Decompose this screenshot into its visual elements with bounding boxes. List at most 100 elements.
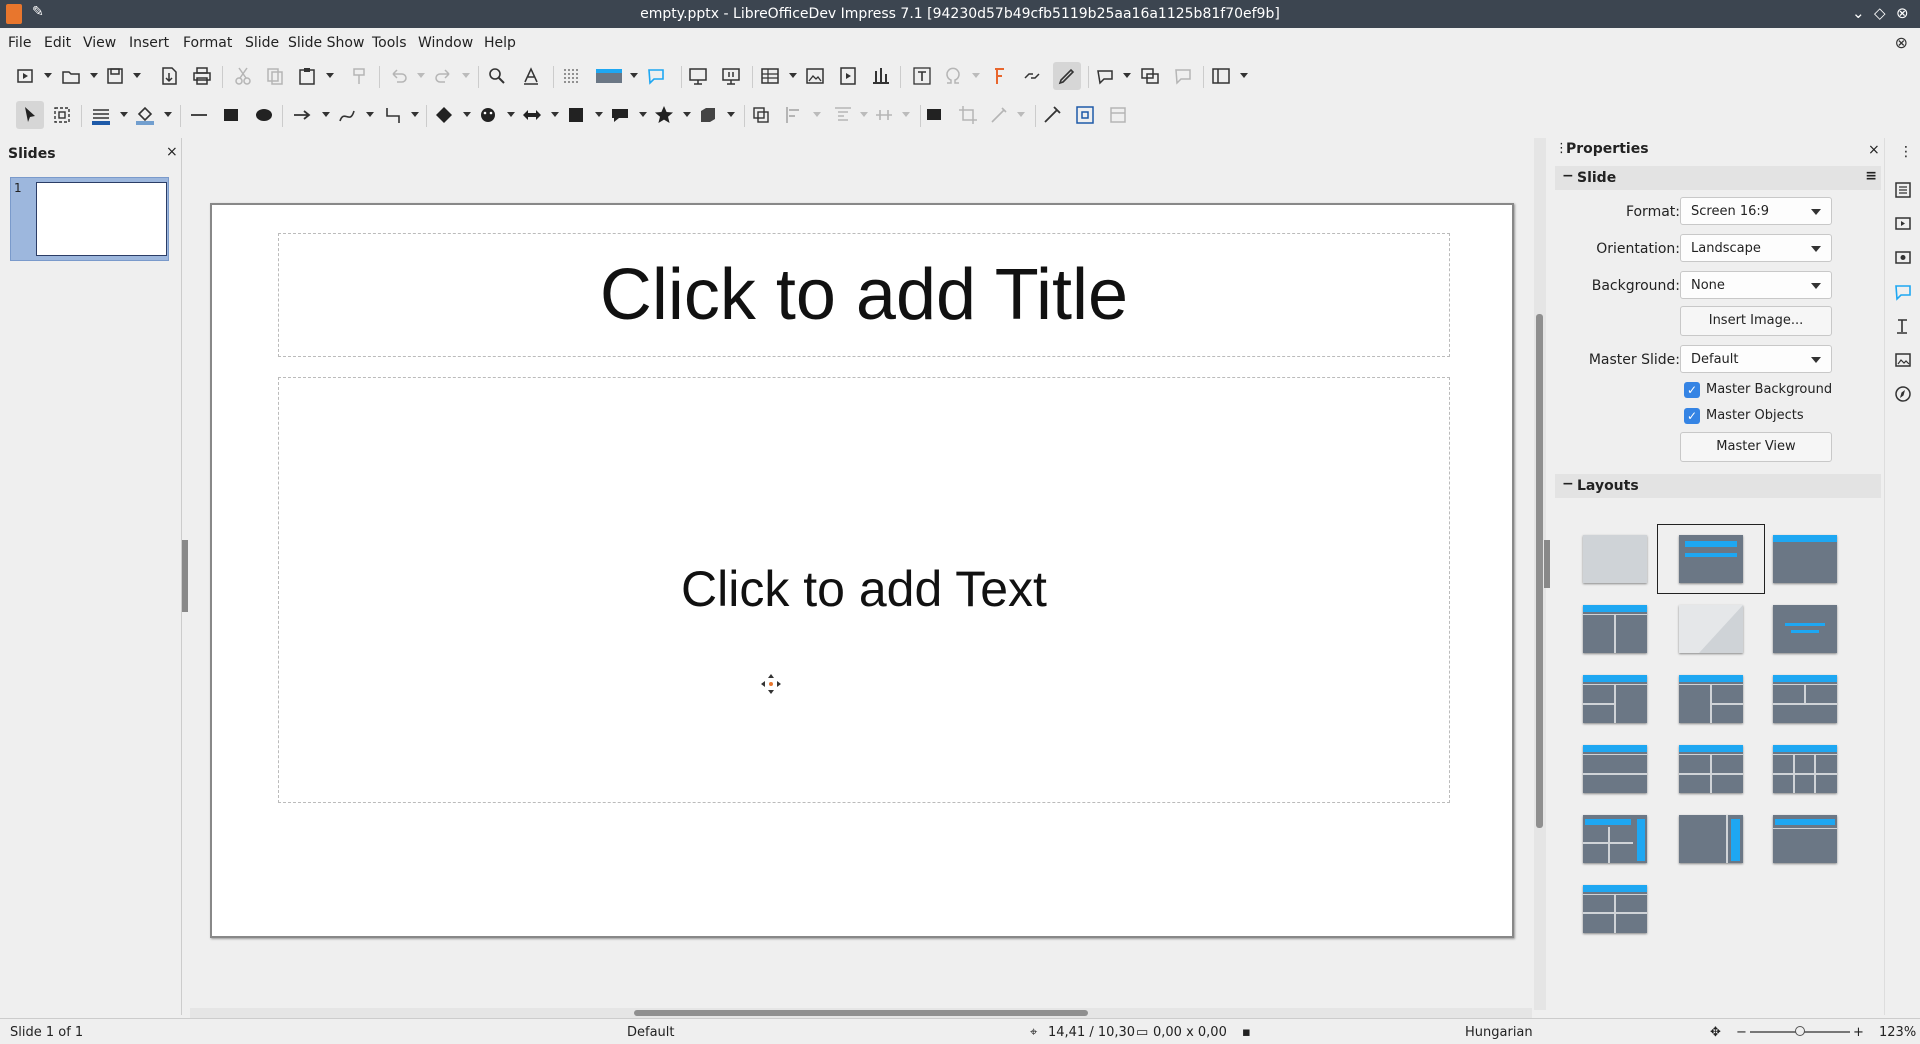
glue-points-icon[interactable]: [1074, 104, 1096, 126]
section-menu-icon[interactable]: ≡: [1865, 168, 1877, 184]
basic-shapes-icon[interactable]: [433, 104, 455, 126]
layout-vertical-title-vertical-text[interactable]: [1678, 813, 1744, 865]
special-character-icon[interactable]: [942, 65, 964, 87]
close-window-icon[interactable]: ⊗: [1896, 4, 1909, 22]
menu-view[interactable]: View: [83, 35, 116, 51]
layout-title-2-content-and-content[interactable]: [1582, 673, 1648, 725]
slides-pane-splitter[interactable]: [182, 540, 188, 612]
crop-icon[interactable]: [957, 104, 979, 126]
fill-color-icon[interactable]: [134, 104, 156, 126]
zoom-in-icon[interactable]: +: [1853, 1025, 1864, 1040]
title-placeholder[interactable]: Click to add Title: [278, 233, 1450, 357]
layout-title-2-content-over-content[interactable]: [1772, 673, 1838, 725]
hyperlink-icon[interactable]: [1021, 65, 1043, 87]
horizontal-scroll-thumb[interactable]: [634, 1010, 1088, 1016]
display-views-icon[interactable]: [594, 65, 624, 87]
animation-deck-icon[interactable]: [1893, 248, 1913, 268]
menu-slide-show[interactable]: Slide Show: [288, 35, 364, 51]
image-icon[interactable]: [804, 65, 826, 87]
draw-function-icon[interactable]: [1053, 62, 1081, 90]
styles-deck-icon[interactable]: [1893, 316, 1913, 336]
navigator-deck-icon[interactable]: [1893, 384, 1913, 404]
media-icon[interactable]: [837, 65, 859, 87]
layout-title-vertical-text-clipart[interactable]: [1582, 883, 1648, 935]
fit-slide-icon[interactable]: ✥: [1710, 1025, 1721, 1040]
document-modified-icon[interactable]: ▪: [1242, 1025, 1251, 1040]
layout-vertical-title-text-chart[interactable]: [1582, 813, 1648, 865]
start-first-slide-icon[interactable]: [687, 65, 709, 87]
paste-icon[interactable]: [296, 65, 318, 87]
slide[interactable]: Click to add Title Click to add Text: [210, 203, 1514, 938]
zoom-level[interactable]: 123%: [1879, 1025, 1916, 1040]
slides-pane-close-icon[interactable]: ×: [166, 144, 178, 160]
ellipse-icon[interactable]: [253, 104, 275, 126]
line-color-icon[interactable]: [90, 104, 112, 126]
maximize-icon[interactable]: ◇: [1874, 4, 1886, 22]
menu-tools[interactable]: Tools: [372, 35, 407, 51]
minimize-icon[interactable]: ⌄: [1852, 4, 1865, 22]
open-icon[interactable]: [60, 65, 82, 87]
master-background-checkbox[interactable]: ✓: [1684, 382, 1700, 398]
background-dropdown[interactable]: None: [1680, 271, 1832, 299]
menu-help[interactable]: Help: [484, 35, 516, 51]
stars-icon[interactable]: [653, 104, 675, 126]
layout-title-content-over-content[interactable]: [1582, 743, 1648, 795]
distribute-icon[interactable]: [873, 104, 895, 126]
layouts-section-header[interactable]: − Layouts: [1555, 474, 1881, 498]
close-document-icon[interactable]: ⊗: [1895, 33, 1908, 52]
properties-deck-icon[interactable]: [1893, 180, 1913, 200]
print-icon[interactable]: [191, 65, 213, 87]
curves-icon[interactable]: [336, 104, 358, 126]
undo-icon[interactable]: [388, 65, 410, 87]
chart-icon[interactable]: [870, 65, 892, 87]
rectangle-icon[interactable]: [220, 104, 242, 126]
layout-title-only[interactable]: [1678, 603, 1744, 655]
table-icon[interactable]: [759, 65, 781, 87]
layout-title-slide[interactable]: [1657, 524, 1765, 594]
layout-title-6-content[interactable]: [1772, 743, 1838, 795]
shadow-icon[interactable]: [924, 104, 946, 126]
horizontal-scrollbar[interactable]: [190, 1008, 1532, 1018]
menu-insert[interactable]: Insert: [129, 35, 169, 51]
line-icon[interactable]: [188, 104, 210, 126]
menu-window[interactable]: Window: [418, 35, 473, 51]
points-icon[interactable]: [1041, 104, 1063, 126]
layout-blank[interactable]: [1582, 533, 1648, 585]
menu-edit[interactable]: Edit: [44, 35, 71, 51]
vertical-scroll-thumb[interactable]: [1536, 314, 1543, 828]
redo-icon[interactable]: [432, 65, 454, 87]
start-current-slide-icon[interactable]: [720, 65, 742, 87]
show-draw-icon[interactable]: [1139, 65, 1161, 87]
menu-file[interactable]: File: [8, 35, 31, 51]
master-slide-dropdown[interactable]: Default: [1680, 345, 1832, 373]
block-arrows-icon[interactable]: [521, 104, 543, 126]
copy-icon[interactable]: [264, 65, 286, 87]
zoom-slider-handle[interactable]: [1795, 1026, 1805, 1036]
text-placeholder[interactable]: Click to add Text: [278, 377, 1450, 803]
layout-centered-text[interactable]: [1772, 603, 1838, 655]
menu-format[interactable]: Format: [183, 35, 232, 51]
slide-transition-deck-icon[interactable]: [1893, 214, 1913, 234]
shapes-icon[interactable]: [1095, 65, 1117, 87]
align-objects-icon[interactable]: [783, 104, 805, 126]
format-dropdown[interactable]: Screen 16:9: [1680, 197, 1832, 225]
clone-formatting-icon[interactable]: [348, 65, 370, 87]
display-mode-icon[interactable]: [1210, 65, 1232, 87]
deck-menu-icon[interactable]: ⋮: [1899, 144, 1913, 160]
textbox-icon[interactable]: [911, 65, 933, 87]
symbol-shapes-icon[interactable]: [477, 104, 499, 126]
zoom-out-icon[interactable]: −: [1736, 1025, 1747, 1040]
language[interactable]: Hungarian: [1465, 1025, 1533, 1040]
zoom-pan-icon[interactable]: [51, 104, 73, 126]
layout-title-2-content[interactable]: [1582, 603, 1648, 655]
orientation-dropdown[interactable]: Landscape: [1680, 234, 1832, 262]
properties-close-icon[interactable]: ×: [1868, 142, 1880, 158]
master-slide-icon[interactable]: [645, 65, 667, 87]
grid-icon[interactable]: [561, 65, 583, 87]
master-view-button[interactable]: Master View: [1680, 432, 1832, 462]
new-slide-icon[interactable]: [14, 65, 36, 87]
menu-slide[interactable]: Slide: [245, 35, 279, 51]
lines-arrows-icon[interactable]: [291, 104, 313, 126]
spelling-icon[interactable]: [520, 65, 542, 87]
save-icon[interactable]: [104, 65, 126, 87]
